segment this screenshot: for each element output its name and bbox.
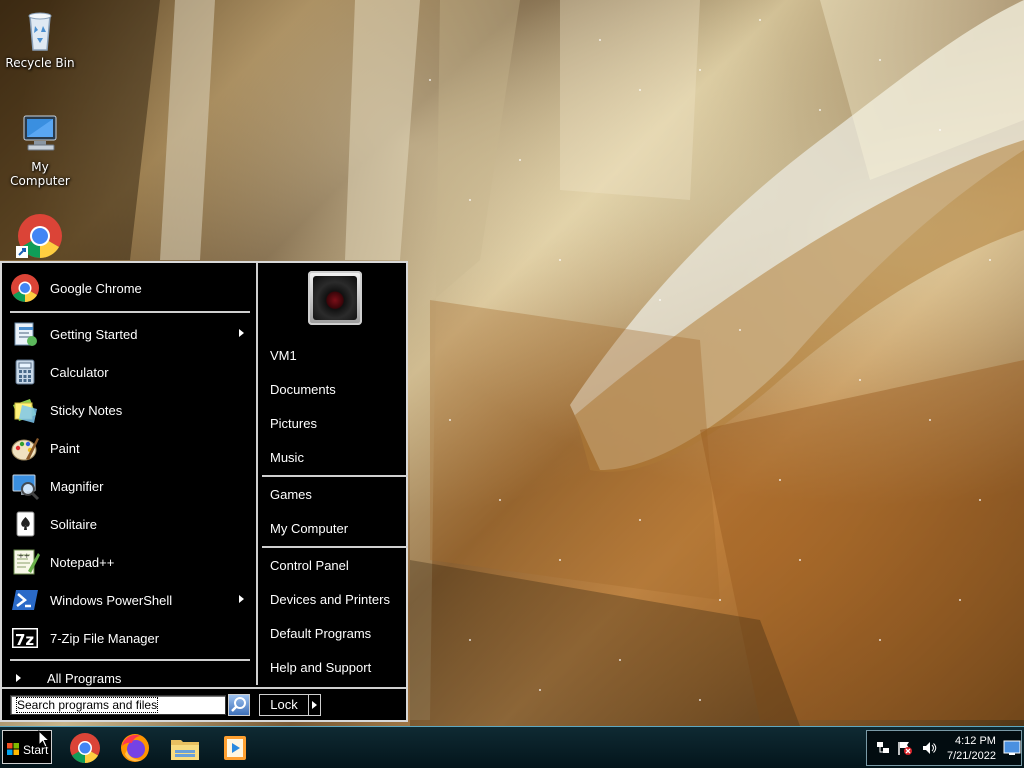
- desktop-icon-chrome[interactable]: [0, 212, 80, 262]
- action-center-flag-icon[interactable]: [897, 740, 913, 756]
- network-icon[interactable]: [875, 740, 891, 756]
- program-label: Notepad++: [50, 554, 115, 570]
- program-label: 7-Zip File Manager: [50, 630, 160, 646]
- chrome-icon: [10, 273, 40, 303]
- desktop-icon-recycle-bin[interactable]: Recycle Bin: [0, 6, 80, 70]
- program-magnifier[interactable]: Magnifier: [10, 469, 248, 503]
- search-placeholder: Search programs and files: [15, 697, 159, 713]
- svg-text:++: ++: [18, 552, 30, 560]
- program-notepadpp[interactable]: ++ Notepad++: [10, 545, 248, 579]
- program-label: Calculator: [50, 364, 109, 380]
- program-label: Sticky Notes: [50, 402, 123, 418]
- clock-time[interactable]: 4:12 PM: [955, 735, 996, 747]
- place-games[interactable]: Games: [270, 487, 312, 502]
- solitaire-icon: [10, 509, 40, 539]
- program-label: Magnifier: [50, 478, 104, 494]
- submenu-arrow-icon: [239, 595, 244, 603]
- windows-logo-icon: [7, 743, 19, 755]
- program-powershell[interactable]: Windows PowerShell: [10, 583, 248, 617]
- desktop-icon-my-computer[interactable]: My Computer: [0, 110, 80, 188]
- start-menu: Google Chrome Getting Started Calculator…: [0, 261, 408, 722]
- magnifier-icon: [10, 471, 40, 501]
- search-button[interactable]: [228, 694, 250, 716]
- desktop-icon-label: My Computer: [10, 160, 70, 188]
- place-documents[interactable]: Documents: [270, 382, 336, 397]
- chrome-shortcut-icon: [16, 212, 64, 260]
- chrome-icon: [70, 733, 100, 764]
- media-player-icon: [224, 736, 246, 760]
- place-vm1[interactable]: VM1: [270, 348, 297, 363]
- svg-text:7z: 7z: [15, 631, 34, 649]
- program-7zip[interactable]: 7z 7-Zip File Manager: [10, 621, 248, 655]
- start-menu-places-pane: VM1 Documents Pictures Music Games My Co…: [256, 263, 408, 685]
- place-my-computer[interactable]: My Computer: [270, 521, 348, 536]
- menu-bottom-separator: [2, 687, 406, 689]
- file-explorer-icon: [171, 740, 199, 760]
- program-sticky-notes[interactable]: Sticky Notes: [10, 393, 248, 427]
- program-calculator[interactable]: Calculator: [10, 355, 248, 389]
- system-tray: 4:12 PM 7/21/2022: [866, 730, 1022, 766]
- start-menu-programs-pane: Google Chrome Getting Started Calculator…: [4, 265, 254, 686]
- all-programs-arrow-icon: [16, 674, 21, 682]
- computer-icon: [16, 110, 64, 158]
- place-music[interactable]: Music: [270, 450, 304, 465]
- notepadpp-icon: ++: [10, 547, 40, 577]
- mouse-cursor-icon: [38, 730, 50, 748]
- lock-button[interactable]: Lock: [259, 694, 309, 716]
- 7zip-icon: 7z: [10, 623, 40, 653]
- menu-separator: [10, 311, 250, 313]
- taskbar-firefox[interactable]: [119, 732, 151, 764]
- lock-options-button[interactable]: [308, 694, 321, 716]
- program-getting-started[interactable]: Getting Started: [10, 317, 248, 351]
- menu-separator: [262, 475, 408, 477]
- paint-icon: [10, 433, 40, 463]
- taskbar-file-explorer[interactable]: [169, 732, 201, 764]
- desktop-icon-label: Recycle Bin: [5, 56, 75, 70]
- taskbar-media-player[interactable]: [219, 732, 251, 764]
- volume-icon[interactable]: [921, 740, 937, 756]
- user-picture[interactable]: [308, 271, 362, 325]
- all-programs-label: All Programs: [47, 670, 122, 686]
- place-pictures[interactable]: Pictures: [270, 416, 317, 431]
- place-control-panel[interactable]: Control Panel: [270, 558, 349, 573]
- program-label: Solitaire: [50, 516, 97, 532]
- sticky-notes-icon: [10, 395, 40, 425]
- recycle-bin-icon: [16, 6, 64, 54]
- program-label: Google Chrome: [50, 280, 142, 296]
- submenu-arrow-icon: [239, 329, 244, 337]
- program-label: Windows PowerShell: [50, 592, 173, 608]
- program-label: Getting Started: [50, 326, 138, 342]
- place-default-programs[interactable]: Default Programs: [270, 626, 371, 641]
- pinned-item-chrome[interactable]: Google Chrome: [10, 271, 248, 305]
- all-programs-button[interactable]: All Programs: [10, 661, 248, 695]
- search-icon: [231, 697, 246, 712]
- taskbar-chrome[interactable]: [69, 732, 101, 764]
- menu-separator: [262, 546, 408, 548]
- taskbar: Start 4:12 PM 7/21/2022: [0, 726, 1024, 768]
- program-solitaire[interactable]: Solitaire: [10, 507, 248, 541]
- calculator-icon: [10, 357, 40, 387]
- place-devices-printers[interactable]: Devices and Printers: [270, 592, 390, 607]
- firefox-icon: [121, 734, 149, 762]
- search-input[interactable]: Search programs and files: [10, 695, 226, 715]
- powershell-icon: [10, 585, 40, 615]
- clock-date[interactable]: 7/21/2022: [947, 750, 996, 762]
- show-desktop-icon[interactable]: [1003, 739, 1021, 757]
- place-help-support[interactable]: Help and Support: [270, 660, 371, 675]
- program-label: Paint: [50, 440, 80, 456]
- program-paint[interactable]: Paint: [10, 431, 248, 465]
- getting-started-icon: [10, 319, 40, 349]
